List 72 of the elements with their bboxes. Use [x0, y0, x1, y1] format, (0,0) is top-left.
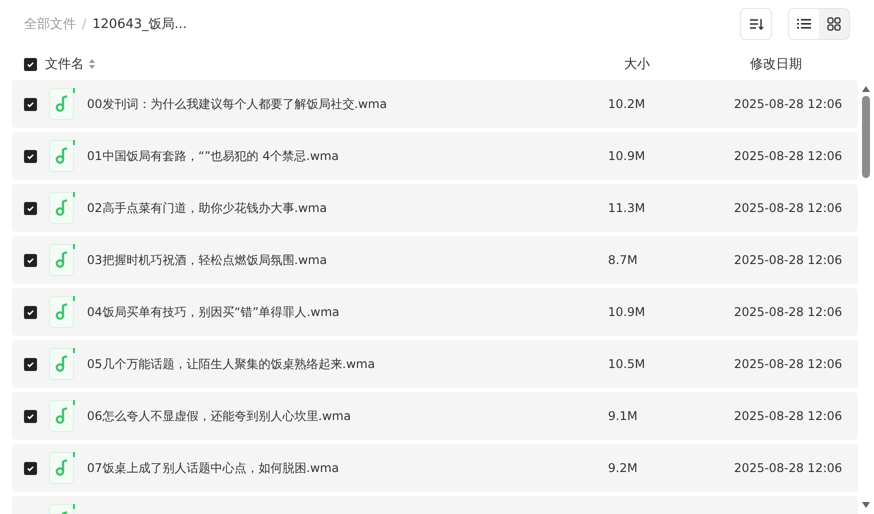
- row-checkbox[interactable]: [24, 462, 37, 474]
- row-checkbox[interactable]: [24, 358, 37, 370]
- file-name: 00发刊词：为什么我建议每个人都要了解饭局社交.wma: [87, 96, 388, 112]
- select-all-checkbox[interactable]: [24, 58, 37, 70]
- modified-date: 2025-08-28 12:06: [734, 201, 844, 215]
- file-size: 10.2M: [608, 97, 646, 111]
- audio-file-icon: [49, 296, 75, 328]
- modified-date: 2025-08-28 12:06: [734, 461, 844, 475]
- row-checkbox[interactable]: [24, 202, 37, 214]
- audio-file-icon: [49, 400, 75, 432]
- modified-date: 2025-08-28 12:06: [734, 149, 844, 163]
- modified-date: 2025-08-28 12:06: [734, 357, 844, 371]
- scrollbar-thumb[interactable]: [862, 96, 870, 178]
- file-size: 10.9M: [608, 305, 646, 319]
- audio-file-icon: [49, 244, 75, 276]
- scroll-down-icon: [862, 502, 870, 508]
- file-name: 01中国饭局有套路，“”也易犯的 4个禁忌.wma: [87, 148, 340, 164]
- sort-button[interactable]: [740, 8, 772, 40]
- column-header[interactable]: 大小: [624, 55, 750, 73]
- file-name: 03把握时机巧祝酒，轻松点燃饭局氛围.wma: [87, 252, 328, 268]
- file-size: 10.9M: [608, 149, 646, 163]
- row-checkbox[interactable]: [24, 98, 37, 110]
- scroll-up-icon: [862, 86, 870, 92]
- grid-icon: [827, 17, 841, 31]
- row-checkbox[interactable]: [24, 254, 37, 266]
- file-size: 11.3M: [608, 201, 646, 215]
- checkmark-icon: [26, 60, 35, 68]
- checkmark-icon: [26, 256, 35, 264]
- file-name: 07饭桌上成了别人话题中心点，如何脱困.wma: [87, 460, 340, 476]
- file-row[interactable]: 06怎么夸人不显虚假，还能夸到别人心坎里.wma 9.1M 2025-08-28 12:06: [12, 392, 858, 440]
- modified-date: 2025-08-28 12:06: [734, 97, 844, 111]
- file-size: 9.2M: [608, 461, 638, 475]
- file-row[interactable]: 02高手点菜有门道，助你少花钱办大事.wma 11.3M 2025-08-28 12:06: [12, 184, 858, 232]
- file-row[interactable]: 01中国饭局有套路，“”也易犯的 4个禁忌.wma 10.9M 2025-08-28 12:06: [12, 132, 858, 180]
- file-name: 04饭局买单有技巧，别因买“错”单得罪人.wma: [87, 304, 340, 320]
- file-size: 9.1M: [608, 409, 638, 423]
- checkmark-icon: [26, 360, 35, 368]
- modified-date: 2025-08-28 12:06: [734, 253, 844, 267]
- file-row[interactable]: 05几个万能话题，让陌生人聚集的饭桌熟络起来.wma 10.5M 2025-08-28 12:06: [12, 340, 858, 388]
- grid-view-button[interactable]: [819, 9, 849, 39]
- audio-file-icon: [49, 192, 75, 224]
- file-row[interactable]: 00发刊词：为什么我建议每个人都要了解饭局社交.wma 10.2M 2025-08-28 12:06: [12, 80, 858, 128]
- modified-date: 2025-08-28 12:06: [734, 409, 844, 423]
- file-row[interactable]: 07饭桌上成了别人话题中心点，如何脱困.wma 9.2M 2025-08-28 12:06: [12, 444, 858, 492]
- audio-file-icon: [49, 452, 75, 484]
- file-name: 06怎么夸人不显虚假，还能夸到别人心坎里.wma: [87, 408, 352, 424]
- modified-date: 2025-08-28 12:06: [734, 305, 844, 319]
- row-checkbox[interactable]: [24, 306, 37, 318]
- file-row[interactable]: 04饭局买单有技巧，别因买“错”单得罪人.wma 10.9M 2025-08-28 12:06: [12, 288, 858, 336]
- file-name: 05几个万能话题，让陌生人聚集的饭桌熟络起来.wma: [87, 356, 376, 372]
- checkmark-icon: [26, 308, 35, 316]
- file-size: 10.5M: [608, 357, 646, 371]
- row-checkbox[interactable]: [24, 410, 37, 422]
- column-header[interactable]: 文件名: [45, 55, 84, 73]
- list-icon: [797, 17, 811, 31]
- row-checkbox[interactable]: [24, 150, 37, 162]
- checkmark-icon: [26, 152, 35, 160]
- audio-file-icon: [49, 88, 75, 120]
- checkmark-icon: [26, 100, 35, 108]
- audio-file-icon: [49, 348, 75, 380]
- sort-arrows-icon: [88, 58, 96, 70]
- audio-file-icon: [49, 140, 75, 172]
- checkmark-icon: [26, 464, 35, 472]
- file-row[interactable]: 03把握时机巧祝酒，轻松点燃饭局氛围.wma 8.7M 2025-08-28 12:06: [12, 236, 858, 284]
- checkmark-icon: [26, 412, 35, 420]
- sort-icon: [748, 16, 764, 32]
- checkmark-icon: [26, 204, 35, 212]
- column-header[interactable]: 修改日期: [750, 55, 874, 73]
- file-size: 8.7M: [608, 253, 638, 267]
- breadcrumb-separator: /: [82, 16, 86, 32]
- breadcrumb-item: 120643_饭局...: [92, 16, 187, 33]
- file-name: 02高手点菜有门道，助你少花钱办大事.wma: [87, 200, 328, 216]
